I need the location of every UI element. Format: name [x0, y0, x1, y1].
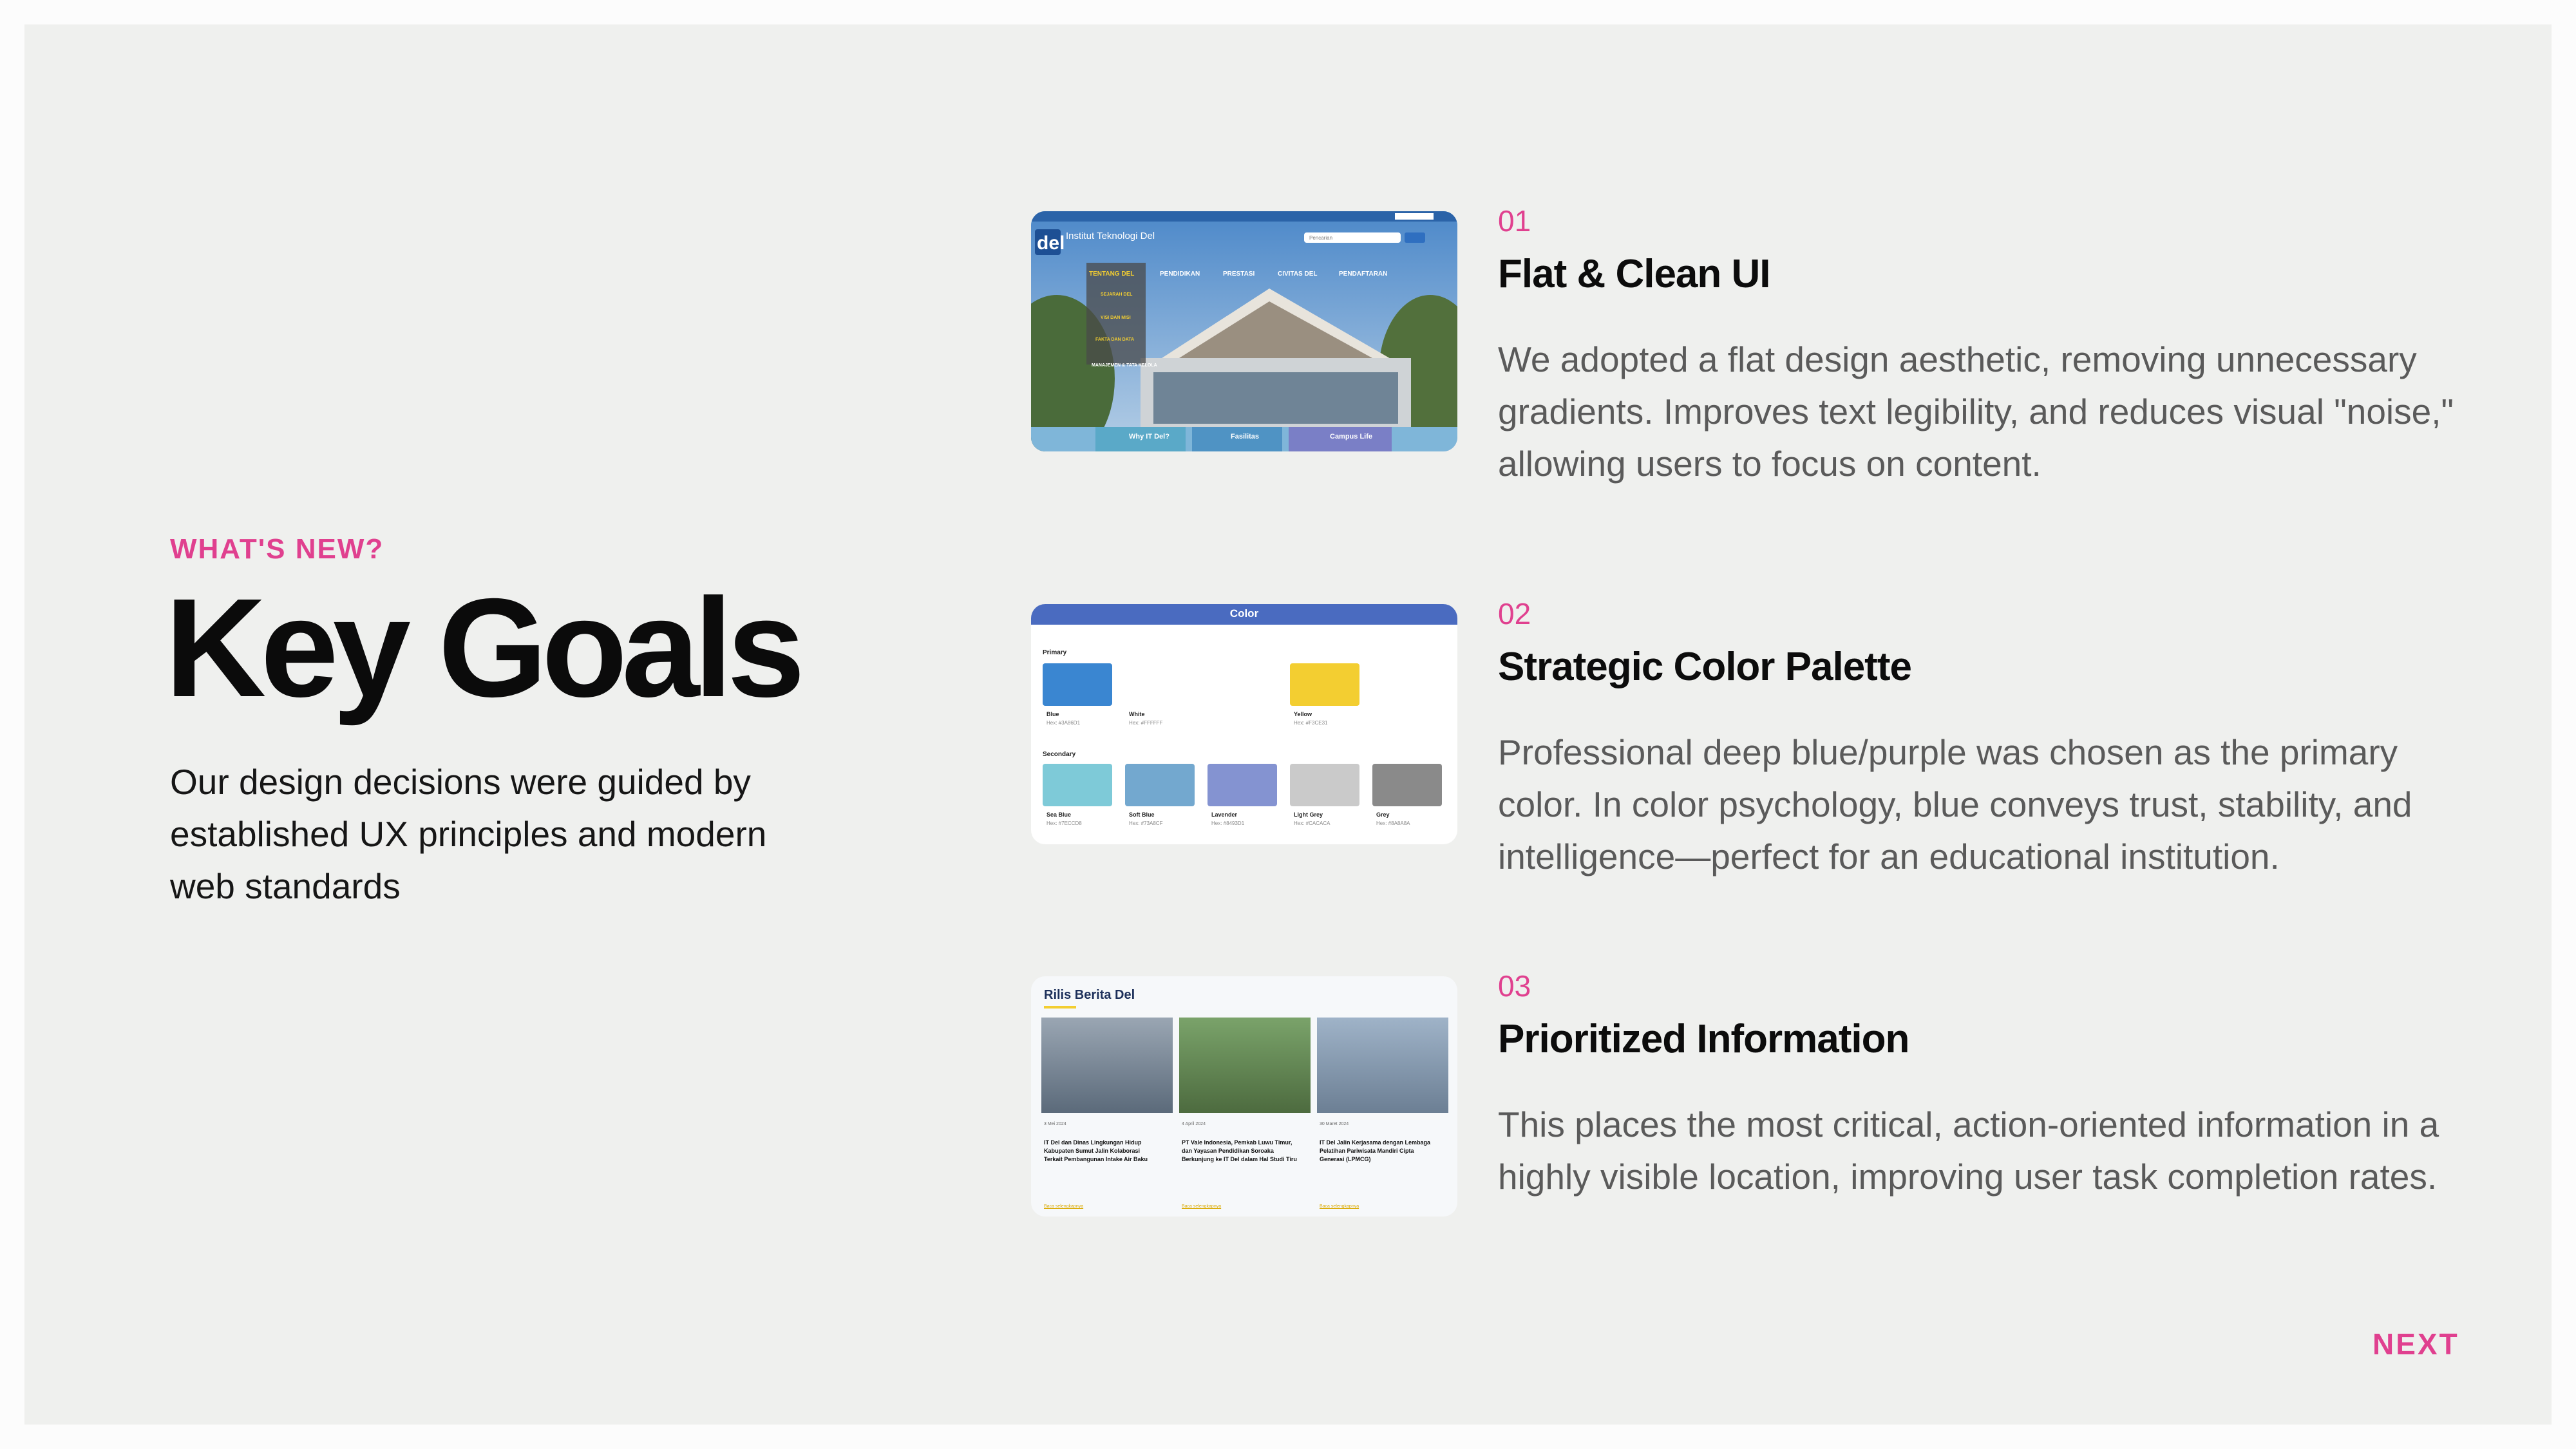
campus-photo-illustration — [1031, 211, 1457, 451]
color-swatch — [1290, 764, 1359, 806]
news-screenshot: Rilis Berita Del 3 Mei 2024 IT Del dan Di… — [1031, 976, 1457, 1217]
swatch-name: Yellow — [1294, 711, 1312, 717]
swatch-hex: Hex: #7ECCD8 — [1046, 820, 1082, 826]
nav-item: PENDIDIKAN — [1160, 270, 1200, 278]
news-header: Rilis Berita Del — [1044, 988, 1135, 1002]
swatch-name: Lavender — [1211, 811, 1238, 818]
news-read-more-link[interactable]: Baca selengkapnya — [1182, 1204, 1221, 1209]
menu-item: MANAJEMEN & TATA KELOLA — [1092, 363, 1157, 368]
item-title: Flat & Clean UI — [1498, 252, 1771, 296]
color-swatch — [1043, 764, 1112, 806]
news-read-more-link[interactable]: Baca selengkapnya — [1320, 1204, 1359, 1209]
color-swatch — [1125, 663, 1195, 706]
item-number: 03 — [1498, 969, 1531, 1003]
item-description: This places the most critical, action-or… — [1498, 1104, 2439, 1197]
card-label: Fasilitas — [1231, 433, 1260, 440]
news-headline[interactable]: PT Vale Indonesia, Pemkab Luwu Timur, da… — [1182, 1139, 1298, 1164]
item-title: Strategic Color Palette — [1498, 645, 1912, 689]
swatch-name: Sea Blue — [1046, 811, 1072, 818]
secondary-label: Secondary — [1043, 751, 1076, 758]
color-swatch — [1125, 764, 1195, 806]
swatch-name: Blue — [1046, 711, 1059, 717]
news-photo — [1179, 1018, 1311, 1113]
item-number: 02 — [1498, 597, 1531, 630]
swatch-name: White — [1129, 711, 1145, 717]
slide: WHAT'S NEW? Key Goals Our design decisio… — [24, 24, 2552, 1425]
swatch-name: Light Grey — [1294, 811, 1323, 818]
card-label: Campus Life — [1330, 433, 1373, 440]
color-palette-screenshot: Color Primary Secondary Blue Hex: #3A86D1… — [1031, 604, 1457, 844]
swatch-name: Grey — [1376, 811, 1390, 818]
nav-item: TENTANG DEL — [1089, 270, 1135, 278]
color-swatch — [1372, 764, 1442, 806]
news-read-more-link[interactable]: Baca selengkapnya — [1044, 1204, 1083, 1209]
item-description: We adopted a flat design aesthetic, remo… — [1498, 339, 2454, 484]
color-swatch — [1043, 663, 1112, 706]
swatch-hex: Hex: #3A86D1 — [1046, 720, 1081, 726]
lead-paragraph: Our design decisions were guided by esta… — [170, 762, 767, 906]
color-swatch — [1290, 663, 1359, 706]
color-swatch — [1208, 764, 1277, 806]
palette-header: Color — [1229, 607, 1259, 620]
swatch-hex: Hex: #FFFFFF — [1129, 720, 1163, 726]
brand-logo: del — [1037, 232, 1065, 254]
news-photo — [1041, 1018, 1173, 1113]
news-headline[interactable]: IT Del dan Dinas Lingkungan Hidup Kabupa… — [1044, 1139, 1160, 1164]
swatch-hex: Hex: #8493D1 — [1211, 820, 1245, 826]
flat-ui-screenshot: del Institut Teknologi Del Pencarian TEN… — [1031, 211, 1457, 451]
menu-item: FAKTA DAN DATA — [1095, 337, 1135, 342]
news-headline[interactable]: IT Del Jalin Kerjasama dengan Lembaga Pe… — [1320, 1139, 1435, 1164]
menu-item: SEJARAH DEL — [1101, 292, 1133, 297]
swatch-hex: Hex: #73A8CF — [1129, 820, 1163, 826]
menu-item: VISI DAN MISI — [1101, 316, 1131, 320]
nav-item: PRESTASI — [1223, 270, 1255, 278]
swatch-hex: Hex: #F3CE31 — [1294, 720, 1328, 726]
primary-label: Primary — [1043, 649, 1067, 656]
news-date: 30 Maret 2024 — [1320, 1122, 1349, 1126]
search-placeholder: Pencarian — [1309, 235, 1333, 241]
site-title: Institut Teknologi Del — [1066, 231, 1155, 242]
news-date: 4 April 2024 — [1182, 1122, 1206, 1126]
item-description: Professional deep blue/purple was chosen… — [1498, 732, 2412, 876]
nav-item: PENDAFTARAN — [1339, 270, 1388, 278]
swatch-name: Soft Blue — [1129, 811, 1155, 818]
eyebrow-label: WHAT'S NEW? — [170, 533, 384, 565]
item-number: 01 — [1498, 204, 1531, 238]
page-title: Key Goals — [165, 570, 805, 726]
news-photo — [1317, 1018, 1448, 1113]
swatch-hex: Hex: #CACACA — [1294, 820, 1331, 826]
item-title: Prioritized Information — [1498, 1017, 1909, 1061]
card-label: Why IT Del? — [1129, 433, 1170, 440]
nav-item: CIVITAS DEL — [1278, 270, 1318, 278]
swatch-hex: Hex: #8A8A8A — [1376, 820, 1410, 826]
next-button[interactable]: NEXT — [2372, 1327, 2459, 1361]
news-date: 3 Mei 2024 — [1044, 1122, 1066, 1126]
